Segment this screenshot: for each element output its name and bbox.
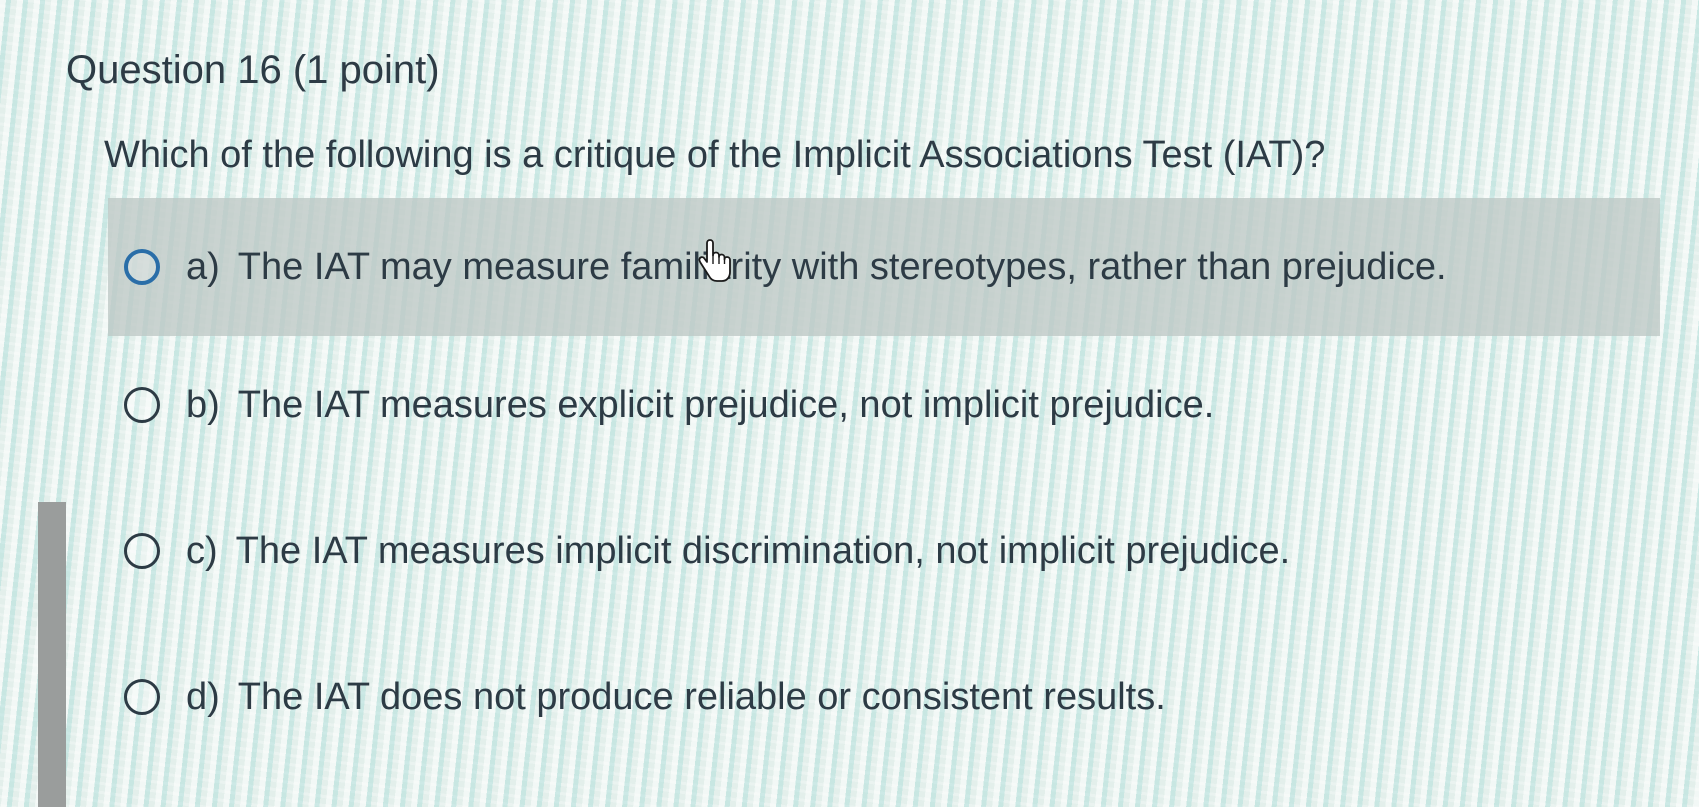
choice-text: The IAT measures explicit prejudice, not… (237, 383, 1215, 426)
radio-button-a[interactable] (124, 249, 160, 285)
choice-letter: d) (186, 675, 220, 718)
choice-letter: c) (186, 529, 218, 572)
choice-text: The IAT may measure familiarity with ste… (237, 245, 1447, 288)
hand-pointer-icon (698, 239, 731, 282)
choice-letter: b) (186, 383, 220, 426)
choice-text: The IAT measures implicit discrimination… (235, 529, 1291, 572)
choice-b[interactable]: b) The IAT measures explicit prejudice, … (108, 336, 1660, 474)
radio-button-c[interactable] (124, 533, 160, 569)
choice-c[interactable]: c) The IAT measures implicit discriminat… (108, 482, 1660, 620)
choice-letter: a) (186, 245, 220, 288)
radio-button-d[interactable] (124, 679, 160, 715)
choice-d[interactable]: d) The IAT does not produce reliable or … (108, 628, 1660, 766)
choice-text: The IAT does not produce reliable or con… (237, 675, 1166, 718)
answer-choices: a) The IAT may measure familiarity with … (0, 0, 1699, 807)
radio-button-b[interactable] (124, 387, 160, 423)
choice-a[interactable]: a) The IAT may measure familiarity with … (108, 198, 1660, 336)
